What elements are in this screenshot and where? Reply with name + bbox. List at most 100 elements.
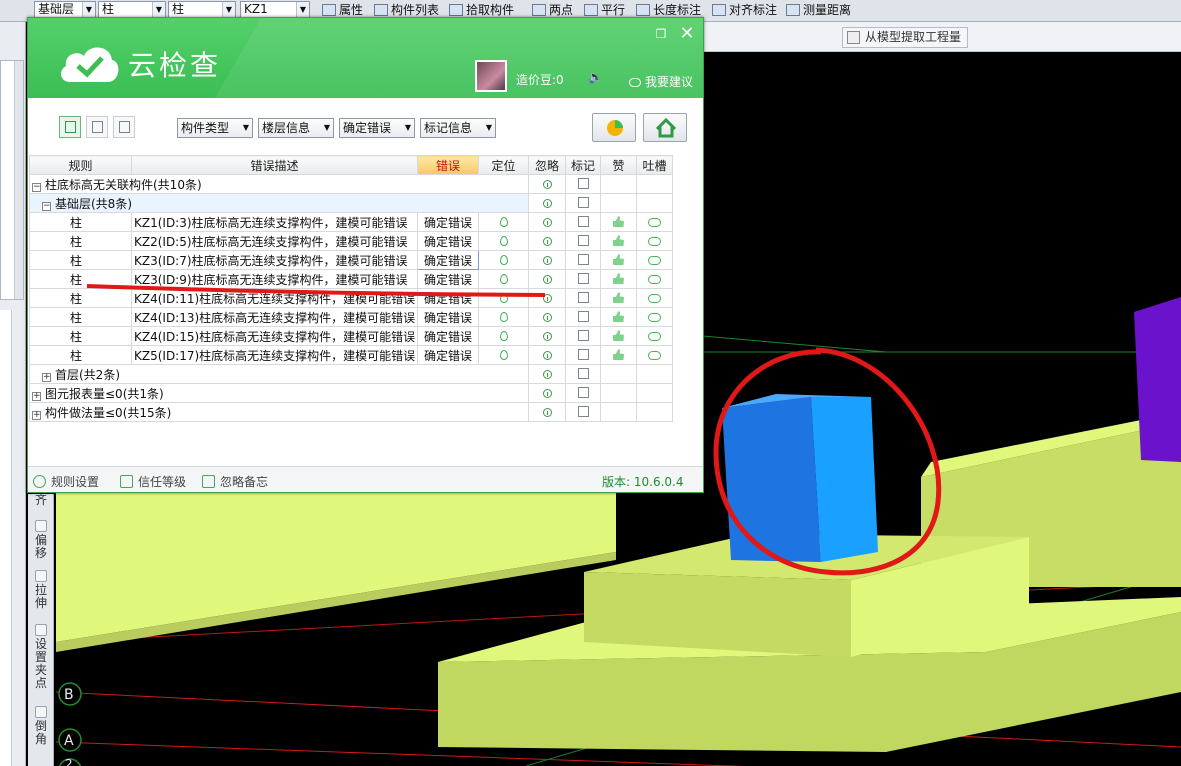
mark-checkbox[interactable] <box>577 254 589 265</box>
ignore-icon[interactable] <box>542 256 552 265</box>
ignore-icon[interactable] <box>542 389 552 398</box>
collapse-icon[interactable]: − <box>32 182 41 192</box>
table-row[interactable]: 柱 KZ5(ID:17)柱底标高无连续支撑构件，建模可能错误 确定错误 <box>29 345 703 365</box>
close-button[interactable]: ✕ <box>679 25 695 43</box>
mark-checkbox[interactable] <box>577 197 589 208</box>
ignore-icon[interactable] <box>542 408 552 417</box>
mark-checkbox[interactable] <box>577 330 589 341</box>
tree-group-row[interactable]: + 构件做法量≤0(共15条) <box>29 402 703 422</box>
col-error[interactable]: 错误 <box>417 155 479 175</box>
filter-component-type[interactable]: 构件类型 ▼ <box>177 118 253 138</box>
comment-icon[interactable] <box>648 313 661 322</box>
thumbs-up-icon[interactable] <box>613 330 624 341</box>
tree-group-row[interactable]: + 图元报表量≤0(共1条) <box>29 383 703 403</box>
mark-checkbox[interactable] <box>577 178 589 189</box>
locate-pin-icon[interactable] <box>499 217 508 227</box>
thumbs-up-icon[interactable] <box>613 349 624 360</box>
view-tree-button[interactable] <box>113 116 135 138</box>
filter-confirmed-error[interactable]: 确定错误 ▼ <box>339 118 415 138</box>
mark-checkbox[interactable] <box>577 292 589 303</box>
col-mark[interactable]: 标记 <box>565 155 601 175</box>
mark-checkbox[interactable] <box>577 387 589 398</box>
left-list-panel[interactable] <box>0 60 24 300</box>
mark-checkbox[interactable] <box>577 273 589 284</box>
col-ignore[interactable]: 忽略 <box>528 155 566 175</box>
locate-pin-icon[interactable] <box>499 236 508 246</box>
suggest-link[interactable]: 我要建议 <box>629 73 693 90</box>
scrollbar[interactable] <box>14 61 23 299</box>
align-mark-button[interactable]: 对齐标注 <box>710 1 777 19</box>
comment-icon[interactable] <box>648 218 661 227</box>
thumbs-up-icon[interactable] <box>613 235 624 246</box>
restore-button[interactable]: ❐ <box>654 27 668 41</box>
ignore-icon[interactable] <box>542 218 552 227</box>
tree-subgroup-row[interactable]: − 基础层(共8条) <box>29 193 703 213</box>
ignore-icon[interactable] <box>542 313 552 322</box>
expand-icon[interactable]: + <box>32 410 41 420</box>
filter-floor-info[interactable]: 楼层信息 ▼ <box>258 118 334 138</box>
type-select[interactable]: 柱 ▼ <box>98 1 166 18</box>
row-error[interactable]: 确定错误 <box>417 250 479 270</box>
expand-icon[interactable]: + <box>32 391 41 401</box>
collapse-icon[interactable]: − <box>42 201 51 211</box>
filter-mark-info[interactable]: 标记信息 ▼ <box>420 118 496 138</box>
locate-pin-icon[interactable] <box>499 312 508 322</box>
thumbs-up-icon[interactable] <box>613 292 624 303</box>
col-complain[interactable]: 吐槽 <box>636 155 673 175</box>
table-row[interactable]: 柱 KZ4(ID:13)柱底标高无连续支撑构件，建模可能错误 确定错误 <box>29 307 703 327</box>
table-row-selected[interactable]: 柱 KZ3(ID:7)柱底标高无连续支撑构件，建模可能错误 确定错误 <box>29 250 703 270</box>
view-grid-button[interactable] <box>86 116 108 138</box>
ignore-icon[interactable] <box>542 180 552 189</box>
ignore-memo-button[interactable]: 忽略备忘 <box>202 473 268 490</box>
side-tool-partial[interactable]: 齐 <box>30 494 52 507</box>
ignore-icon[interactable] <box>542 370 552 379</box>
locate-pin-icon[interactable] <box>499 350 508 360</box>
mark-checkbox[interactable] <box>577 216 589 227</box>
view-list-button[interactable] <box>59 116 81 138</box>
thumbs-up-icon[interactable] <box>613 254 624 265</box>
thumbs-up-icon[interactable] <box>613 273 624 284</box>
ignore-icon[interactable] <box>542 237 552 246</box>
locate-pin-icon[interactable] <box>499 255 508 265</box>
row-error[interactable]: 确定错误 <box>417 307 479 327</box>
statistics-button[interactable] <box>592 113 636 142</box>
side-tool-stretch[interactable]: 拉 伸 <box>30 570 52 610</box>
table-row[interactable]: 柱 KZ4(ID:15)柱底标高无连续支撑构件，建模可能错误 确定错误 <box>29 326 703 346</box>
subtype-select[interactable]: 柱 ▼ <box>168 1 236 18</box>
comment-icon[interactable] <box>648 351 661 360</box>
table-row[interactable]: 柱 KZ1(ID:3)柱底标高无连续支撑构件，建模可能错误 确定错误 <box>29 212 703 232</box>
row-error[interactable]: 确定错误 <box>417 345 479 365</box>
avatar[interactable] <box>475 60 507 92</box>
rule-settings-button[interactable]: 规则设置 <box>33 473 99 490</box>
mark-checkbox[interactable] <box>577 368 589 379</box>
trust-level-button[interactable]: 信任等级 <box>120 473 186 490</box>
comment-icon[interactable] <box>648 294 661 303</box>
side-tool-chamfer[interactable]: 倒 角 <box>30 706 52 746</box>
extract-quantity-button[interactable]: 从模型提取工程量 <box>842 27 969 48</box>
comment-icon[interactable] <box>648 237 661 246</box>
col-like[interactable]: 赞 <box>600 155 637 175</box>
thumbs-up-icon[interactable] <box>613 216 624 227</box>
mark-checkbox[interactable] <box>577 311 589 322</box>
row-error[interactable]: 确定错误 <box>417 212 479 232</box>
home-button[interactable] <box>643 113 687 142</box>
mark-checkbox[interactable] <box>577 349 589 360</box>
mark-checkbox[interactable] <box>577 406 589 417</box>
table-row[interactable]: 柱 KZ2(ID:5)柱底标高无连续支撑构件，建模可能错误 确定错误 <box>29 231 703 251</box>
ignore-icon[interactable] <box>542 199 552 208</box>
locate-pin-icon[interactable] <box>499 331 508 341</box>
col-description[interactable]: 错误描述 <box>131 155 418 175</box>
col-rule[interactable]: 规则 <box>29 155 132 175</box>
expand-icon[interactable]: + <box>42 372 51 382</box>
component-select[interactable]: KZ1 ▼ <box>240 1 310 18</box>
row-error[interactable]: 确定错误 <box>417 326 479 346</box>
ignore-icon[interactable] <box>542 332 552 341</box>
comment-icon[interactable] <box>648 332 661 341</box>
thumbs-up-icon[interactable] <box>613 311 624 322</box>
left-property-panel[interactable] <box>0 310 12 766</box>
row-error[interactable]: 确定错误 <box>417 231 479 251</box>
floor-select[interactable]: 基础层 ▼ <box>34 1 96 18</box>
tree-subgroup-row[interactable]: + 首层(共2条) <box>29 364 703 384</box>
comment-icon[interactable] <box>648 275 661 284</box>
tree-group-row[interactable]: − 柱底标高无关联构件(共10条) <box>29 174 703 194</box>
